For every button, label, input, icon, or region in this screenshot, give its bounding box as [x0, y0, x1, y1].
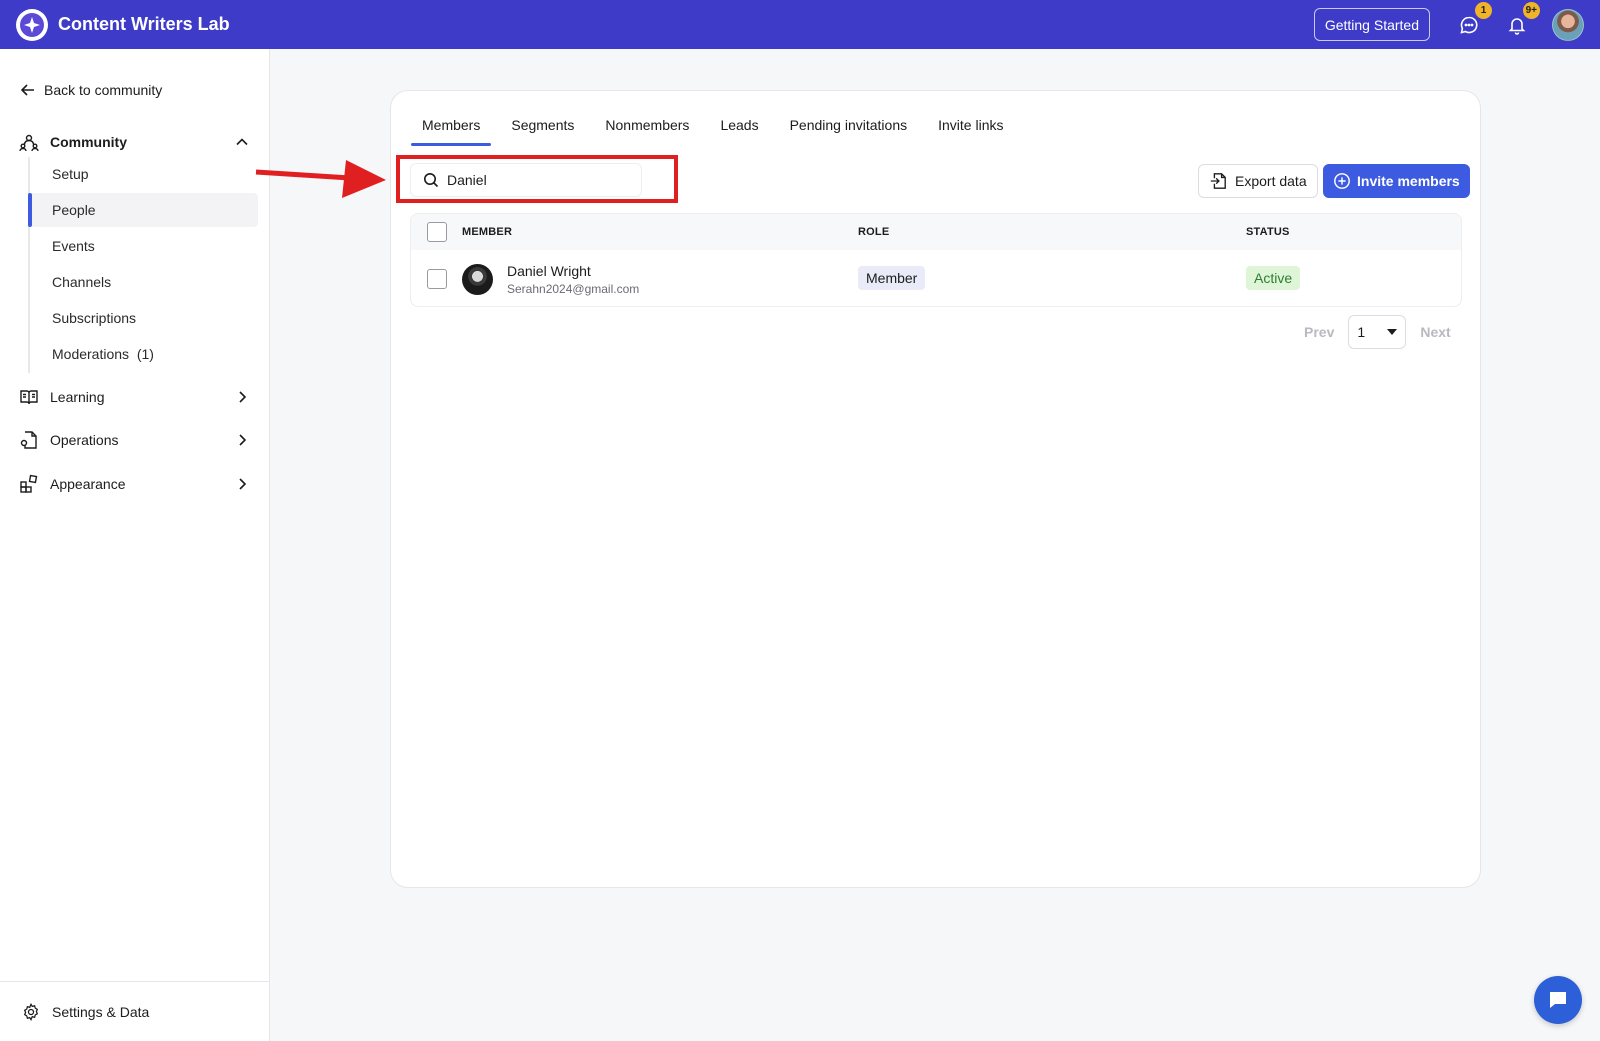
sidebar-section-community[interactable]: Community	[18, 127, 250, 157]
settings-and-data-link[interactable]: Settings & Data	[0, 981, 269, 1041]
member-cell: Daniel Wright Serahn2024@gmail.com	[462, 263, 639, 296]
row-checkbox[interactable]	[427, 269, 447, 289]
avatar	[462, 263, 493, 295]
tab-pending-invitations[interactable]: Pending invitations	[779, 105, 919, 145]
chevron-right-icon	[234, 389, 250, 405]
members-card: Members Segments Nonmembers Leads Pendin…	[390, 90, 1481, 888]
sidebar-item-channels[interactable]: Channels	[30, 265, 258, 299]
getting-started-button[interactable]: Getting Started	[1313, 8, 1430, 41]
page-number: 1	[1357, 324, 1366, 340]
table-row[interactable]: Daniel Wright Serahn2024@gmail.com Membe…	[411, 250, 1461, 306]
back-to-community-link[interactable]: Back to community	[20, 82, 162, 98]
notifications-button[interactable]: 9+	[1504, 1, 1540, 38]
top-bar: Content Writers Lab Getting Started 1 9+	[0, 0, 1600, 49]
member-search[interactable]	[410, 163, 642, 197]
sidebar: Back to community Community Setup People…	[0, 49, 270, 1041]
role-badge: Member	[858, 266, 926, 290]
column-header-role[interactable]: ROLE	[858, 226, 889, 238]
sidebar-section-appearance[interactable]: Appearance	[18, 469, 250, 499]
table-header: MEMBER ROLE STATUS	[411, 214, 1461, 250]
member-email: Serahn2024@gmail.com	[507, 281, 640, 296]
column-header-status[interactable]: STATUS	[1246, 226, 1290, 238]
support-chat-button[interactable]	[1534, 976, 1582, 1024]
export-file-icon	[1210, 173, 1226, 189]
members-table: MEMBER ROLE STATUS Daniel Wright Serahn2…	[410, 213, 1462, 307]
sidebar-section-learning[interactable]: Learning	[18, 382, 250, 412]
chevron-right-icon	[234, 476, 250, 492]
pagination: Prev 1 Next	[1304, 315, 1451, 349]
arrow-left-icon	[20, 84, 34, 96]
notifications-badge: 9+	[1522, 1, 1540, 19]
sidebar-section-operations[interactable]: Operations	[18, 425, 250, 455]
sidebar-item-moderations[interactable]: Moderations (1)	[30, 337, 258, 371]
tab-invite-links[interactable]: Invite links	[927, 105, 1014, 145]
community-subnav: Setup People Events Channels Subscriptio…	[28, 157, 258, 373]
sidebar-item-events[interactable]: Events	[30, 229, 258, 263]
messages-badge: 1	[1475, 1, 1492, 19]
chat-bubble-icon	[1460, 16, 1478, 34]
invite-members-label: Invite members	[1357, 173, 1460, 189]
operations-icon	[18, 429, 40, 451]
search-input[interactable]	[447, 172, 627, 188]
column-header-member[interactable]: MEMBER	[462, 226, 512, 238]
learning-label: Learning	[50, 389, 105, 405]
page-select[interactable]: 1	[1348, 315, 1407, 349]
caret-down-icon	[1387, 329, 1398, 335]
people-tabs: Members Segments Nonmembers Leads Pendin…	[411, 105, 1023, 146]
brand[interactable]: Content Writers Lab	[16, 8, 230, 41]
appearance-icon	[18, 473, 40, 495]
annotation-arrow-icon	[255, 160, 386, 198]
status-badge: Active	[1246, 266, 1301, 290]
app-title: Content Writers Lab	[58, 14, 230, 34]
operations-label: Operations	[50, 432, 119, 448]
back-link-label: Back to community	[44, 82, 163, 98]
community-label: Community	[50, 134, 127, 150]
sidebar-item-setup[interactable]: Setup	[30, 157, 258, 191]
chevron-up-icon[interactable]	[234, 134, 250, 150]
search-icon	[424, 173, 439, 188]
settings-label: Settings & Data	[52, 1003, 150, 1020]
bell-icon	[1508, 17, 1526, 35]
export-data-button[interactable]: Export data	[1198, 164, 1318, 198]
tab-nonmembers[interactable]: Nonmembers	[594, 105, 700, 145]
community-icon	[18, 131, 40, 153]
select-all-checkbox[interactable]	[427, 222, 447, 242]
messages-button[interactable]: 1	[1456, 1, 1492, 38]
next-page-button[interactable]: Next	[1420, 324, 1450, 340]
tab-leads[interactable]: Leads	[709, 105, 769, 145]
brand-logo-icon	[16, 8, 48, 41]
plus-circle-icon	[1334, 173, 1350, 189]
appearance-label: Appearance	[50, 476, 126, 492]
tab-segments[interactable]: Segments	[500, 105, 585, 145]
sidebar-item-people[interactable]: People	[28, 193, 258, 227]
export-data-label: Export data	[1235, 173, 1307, 189]
sidebar-item-subscriptions[interactable]: Subscriptions	[30, 301, 258, 335]
tab-members[interactable]: Members	[411, 105, 492, 146]
chat-icon	[1550, 992, 1566, 1008]
book-icon	[18, 386, 40, 408]
invite-members-button[interactable]: Invite members	[1323, 164, 1470, 198]
chevron-right-icon	[234, 432, 250, 448]
prev-page-button[interactable]: Prev	[1304, 324, 1334, 340]
user-avatar[interactable]	[1552, 8, 1584, 41]
gear-icon	[23, 1002, 39, 1021]
member-name[interactable]: Daniel Wright	[507, 263, 639, 279]
